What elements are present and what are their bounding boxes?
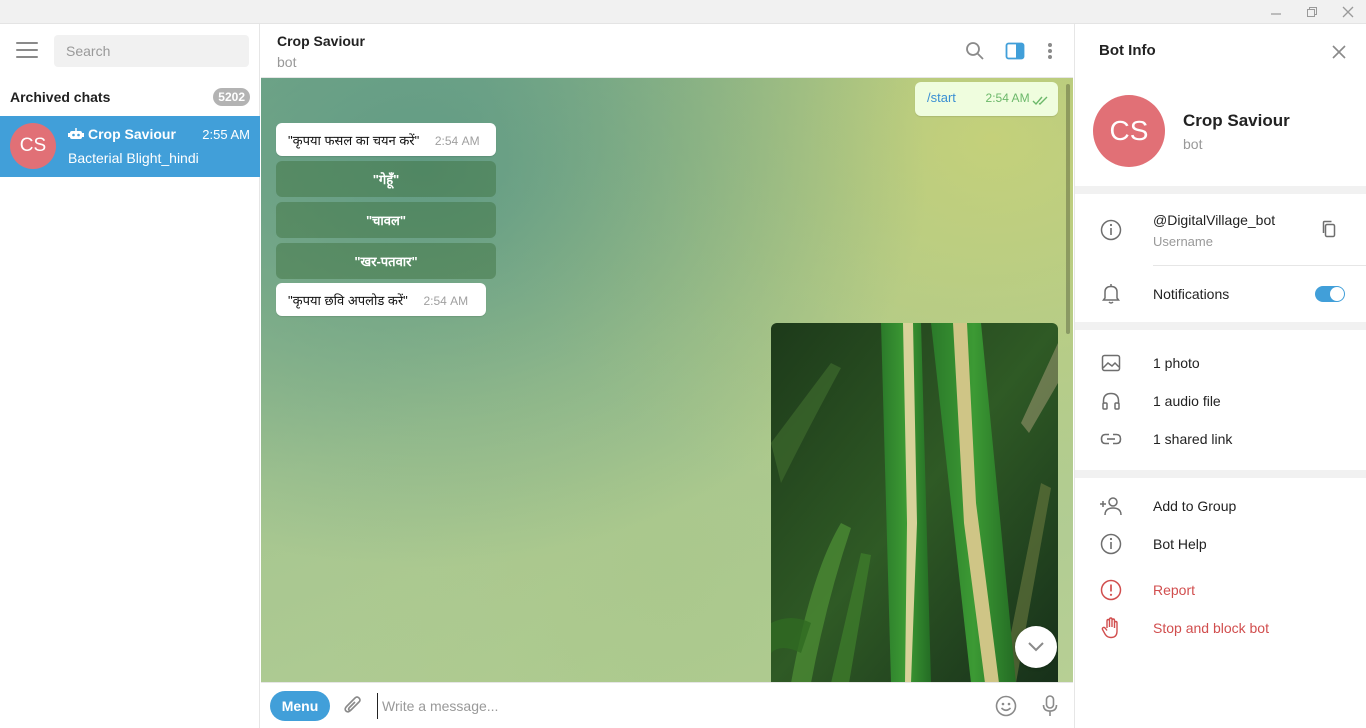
media-row-links[interactable]: 1 shared link [1075,420,1366,458]
archived-chats-label: Archived chats [10,89,111,105]
chat-panel: Crop Saviour bot /start 2:54 AM "कृपया फ… [261,24,1073,728]
search-input[interactable] [54,35,249,67]
avatar[interactable]: CS [1093,95,1165,167]
chevron-down-icon [1028,642,1044,652]
action-label: Stop and block bot [1153,620,1269,636]
archived-chats-row[interactable]: Archived chats 5202 [0,82,260,112]
keyboard-button-wheat[interactable]: "गेहूँ" [276,161,496,197]
username-row[interactable]: @DigitalVillage_bot Username [1075,210,1366,258]
chat-subtitle: bot [277,54,297,70]
window-titlebar [0,0,1366,24]
message-input[interactable] [377,693,957,719]
restore-icon[interactable] [1295,0,1329,24]
media-row-audio[interactable]: 1 audio file [1075,382,1366,420]
read-checkmarks-icon [1032,96,1048,106]
microphone-icon[interactable] [1038,694,1062,718]
username-label: Username [1153,234,1213,249]
divider [1075,470,1366,478]
message-outgoing[interactable]: /start 2:54 AM [915,82,1058,116]
report-button[interactable]: Report [1075,571,1366,609]
close-icon[interactable] [1331,0,1365,24]
photo-icon [1099,351,1123,375]
notifications-label: Notifications [1153,286,1230,302]
message-area[interactable]: /start 2:54 AM "कृपया फसल का चयन करें" 2… [261,78,1073,682]
divider [1075,322,1366,330]
message-text: "कृपया फसल का चयन करें" [288,133,420,148]
scrollbar[interactable] [1066,84,1070,334]
chat-time: 2:55 AM [202,127,250,142]
stop-block-bot-button[interactable]: Stop and block bot [1075,609,1366,647]
message-text: "कृपया छवि अपलोड करें" [288,293,408,308]
media-label: 1 photo [1153,355,1200,371]
divider [1153,265,1366,266]
profile-subtitle: bot [1183,136,1203,152]
chat-preview: Bacterial Blight_hindi [68,150,199,166]
chat-name-text: Crop Saviour [88,126,176,142]
media-label: 1 audio file [1153,393,1221,409]
copy-icon[interactable] [1321,220,1337,243]
menu-icon[interactable] [16,42,38,58]
archived-count-badge: 5202 [213,88,250,106]
add-user-icon [1099,494,1123,518]
emoji-icon[interactable] [994,694,1018,718]
bot-info-panel: Bot Info CS Crop Saviour bot @DigitalVil… [1074,24,1366,728]
attach-icon[interactable] [341,694,365,718]
message-incoming[interactable]: "कृपया छवि अपलोड करें" 2:54 AM [276,283,486,316]
sidebar-toggle-icon[interactable] [1003,39,1027,63]
chat-list-panel: Archived chats 5202 CS Crop Saviour 2:55… [0,24,260,728]
avatar: CS [10,123,56,169]
message-text[interactable]: /start [927,90,956,105]
action-label: Bot Help [1153,536,1207,552]
keyboard-button-rice[interactable]: "चावल" [276,202,496,238]
bell-icon [1099,282,1123,306]
scroll-to-bottom-button[interactable] [1015,626,1057,668]
action-label: Add to Group [1153,498,1237,514]
chat-name: Crop Saviour [68,126,176,142]
media-label: 1 shared link [1153,431,1233,447]
chat-title: Crop Saviour [277,33,365,49]
bot-icon [68,128,84,139]
notifications-toggle[interactable] [1315,286,1345,302]
message-incoming[interactable]: "कृपया फसल का चयन करें" 2:54 AM [276,123,496,156]
media-row-photos[interactable]: 1 photo [1075,344,1366,382]
more-options-icon[interactable] [1038,39,1062,63]
divider [1075,186,1366,194]
message-time: 2:54 AM [985,91,1030,105]
warning-icon [1099,578,1123,602]
bot-help-button[interactable]: Bot Help [1075,525,1366,563]
headphones-icon [1099,389,1123,413]
close-panel-icon[interactable] [1327,40,1351,64]
username-value[interactable]: @DigitalVillage_bot [1153,212,1275,228]
search-icon[interactable] [963,39,987,63]
panel-title: Bot Info [1099,42,1156,59]
hand-stop-icon [1099,616,1123,640]
message-time: 2:54 AM [423,294,469,308]
message-time: 2:54 AM [434,134,480,148]
message-composer: Menu [261,682,1073,728]
action-label: Report [1153,582,1196,598]
info-icon [1099,218,1123,242]
profile-name: Crop Saviour [1183,111,1290,130]
keyboard-button-weed[interactable]: "खर-पतवार" [276,243,496,279]
minimize-icon[interactable] [1259,0,1293,24]
leaf-photo[interactable] [771,323,1058,682]
chat-header[interactable]: Crop Saviour bot [261,24,1073,78]
link-icon [1099,427,1123,451]
chat-item-crop-saviour[interactable]: CS Crop Saviour 2:55 AM Bacterial Blight… [0,116,260,177]
bot-menu-button[interactable]: Menu [270,691,330,721]
info-icon [1099,532,1123,556]
add-to-group-button[interactable]: Add to Group [1075,487,1366,525]
